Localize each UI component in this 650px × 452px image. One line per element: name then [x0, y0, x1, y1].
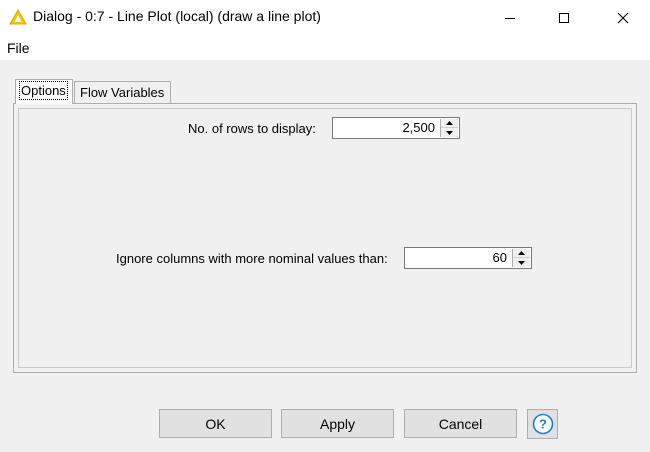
window-title: Dialog - 0:7 - Line Plot (local) (draw a… [33, 8, 321, 24]
tab-options-label: Options [19, 81, 68, 100]
close-icon [617, 12, 629, 23]
minimize-icon [505, 17, 515, 19]
rows-to-display-label: No. of rows to display: [188, 121, 316, 136]
menu-bar: File [0, 35, 650, 60]
options-panel [13, 103, 637, 373]
nominal-spin-down-button[interactable] [513, 258, 530, 267]
close-button[interactable] [600, 0, 646, 35]
help-icon: ? [532, 413, 553, 435]
title-bar: Dialog - 0:7 - Line Plot (local) (draw a… [0, 0, 650, 35]
rows-to-display-spinner[interactable]: 2,500 [332, 117, 460, 139]
rows-spin-down-button[interactable] [441, 128, 458, 137]
tab-flow-variables[interactable]: Flow Variables [74, 81, 171, 103]
rows-spinner-buttons [440, 119, 458, 137]
nominal-spin-up-button[interactable] [513, 249, 530, 258]
rows-to-display-value: 2,500 [402, 120, 435, 135]
minimize-button[interactable] [487, 0, 533, 35]
nominal-values-value: 60 [492, 250, 507, 265]
nominal-values-spinner[interactable]: 60 [404, 247, 532, 269]
tab-options[interactable]: Options [15, 79, 73, 104]
maximize-icon [559, 12, 569, 23]
cancel-button[interactable]: Cancel [404, 409, 517, 438]
maximize-button[interactable] [541, 0, 587, 35]
rows-spin-up-button[interactable] [441, 119, 458, 128]
nominal-spinner-buttons [512, 249, 530, 267]
arrow-up-icon [446, 121, 453, 125]
help-button[interactable]: ? [527, 409, 558, 439]
tab-flow-variables-label: Flow Variables [80, 85, 165, 100]
ok-button[interactable]: OK [159, 409, 272, 438]
options-inner-frame [18, 108, 632, 368]
svg-text:?: ? [539, 417, 547, 432]
arrow-down-icon [518, 260, 525, 265]
arrow-up-icon [518, 251, 525, 255]
knime-warning-icon [9, 9, 27, 25]
apply-button[interactable]: Apply [281, 409, 394, 438]
nominal-values-label: Ignore columns with more nominal values … [116, 251, 388, 266]
menu-file[interactable]: File [7, 40, 30, 56]
arrow-down-icon [446, 130, 453, 135]
